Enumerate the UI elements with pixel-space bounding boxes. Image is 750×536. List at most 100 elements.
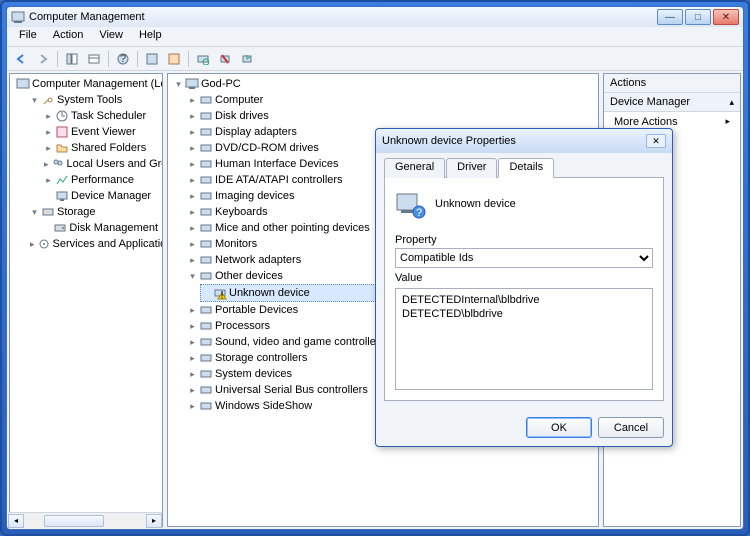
svg-text:?: ? [416,207,422,219]
expand-icon[interactable]: ▸ [30,240,35,249]
maximize-button[interactable]: □ [685,9,711,25]
device-category-icon [199,383,213,397]
expand-icon[interactable]: ▸ [44,144,53,153]
expand-icon[interactable]: ▸ [188,338,197,347]
value-item[interactable]: DETECTEDInternal\blbdrive [400,293,648,307]
expand-icon[interactable]: ▸ [188,306,197,315]
expand-icon[interactable]: ▸ [44,112,53,121]
uninstall-button[interactable] [215,49,235,69]
tab-general[interactable]: General [384,158,445,178]
performance[interactable]: Performance [71,172,134,188]
expand-icon[interactable]: ▸ [188,144,197,153]
properties-dialog[interactable]: Unknown device Properties ✕ General Driv… [375,128,673,447]
collapse-section-icon[interactable]: ▴ [729,97,734,108]
task-scheduler[interactable]: Task Scheduler [71,108,146,124]
collapse-icon[interactable]: ▾ [174,80,183,89]
menu-help[interactable]: Help [131,27,170,46]
disk-management[interactable]: Disk Management [69,220,158,236]
device-tree-item[interactable]: ▸Disk drives [186,108,596,124]
ok-button[interactable]: OK [526,417,592,438]
cancel-button[interactable]: Cancel [598,417,664,438]
scroll-right-button[interactable]: ▸ [146,514,162,528]
expand-icon[interactable]: ▸ [44,176,53,185]
dialog-close-button[interactable]: ✕ [646,134,666,148]
update-driver-button[interactable] [237,49,257,69]
forward-button[interactable] [33,49,53,69]
device-tree-label: DVD/CD-ROM drives [215,140,319,156]
menu-view[interactable]: View [91,27,131,46]
scan-hardware-button[interactable] [193,49,213,69]
expand-icon[interactable]: ▸ [188,112,197,121]
device-tree-label: Processors [215,318,270,334]
expand-icon[interactable]: ▸ [188,354,197,363]
folder-icon [55,141,69,155]
shared-folders[interactable]: Shared Folders [71,140,146,156]
menu-action[interactable]: Action [45,27,92,46]
console-tree[interactable]: Computer Management (Local ▾System Tools… [10,74,162,254]
device-tree-label: Windows SideShow [215,398,312,414]
more-actions-label: More Actions [614,116,678,128]
device-category-icon [199,157,213,171]
local-users[interactable]: Local Users and Groups [67,156,163,172]
expand-icon[interactable]: ▸ [188,176,197,185]
device-manager[interactable]: Device Manager [71,188,151,204]
menubar: File Action View Help [7,27,743,47]
back-button[interactable] [11,49,31,69]
tab-driver[interactable]: Driver [446,158,497,178]
expand-icon[interactable]: ▸ [188,192,197,201]
expand-icon[interactable]: ▾ [188,272,197,281]
device-tree-label: Network adapters [215,252,301,268]
tab-details[interactable]: Details [498,158,554,178]
properties-button[interactable] [84,49,104,69]
device-category-icon [199,319,213,333]
expand-icon[interactable]: ▸ [188,208,197,217]
collapse-icon[interactable]: ▾ [30,208,39,217]
services-apps[interactable]: Services and Applications [53,236,163,252]
close-button[interactable]: ✕ [713,9,739,25]
expand-icon[interactable]: ▸ [188,256,197,265]
actions-section[interactable]: Device Manager ▴ [604,93,740,112]
scroll-thumb[interactable] [44,515,104,527]
device-category-icon [199,335,213,349]
device-category-icon [199,351,213,365]
device-root: God-PC [201,76,241,92]
help-button[interactable]: ? [113,49,133,69]
dialog-buttons: OK Cancel [376,409,672,446]
expand-icon[interactable]: ▸ [188,240,197,249]
dialog-body: General Driver Details ? Unknown device … [376,153,672,409]
expand-icon[interactable]: ▸ [188,370,197,379]
menu-file[interactable]: File [11,27,45,46]
expand-icon[interactable]: ▸ [188,386,197,395]
svg-text:?: ? [120,53,126,65]
expand-icon[interactable]: ▸ [188,160,197,169]
value-item[interactable]: DETECTED\blbdrive [400,307,648,321]
titlebar[interactable]: Computer Management — □ ✕ [7,7,743,27]
toolbar-icon-1[interactable] [142,49,162,69]
device-tree-label: Sound, video and game controllers [215,334,385,350]
left-pane-scrollbar[interactable]: ◂ ▸ [9,512,162,527]
minimize-button[interactable]: — [657,9,683,25]
expand-icon[interactable]: ▸ [188,96,197,105]
expand-icon[interactable]: ▸ [188,402,197,411]
device-tree-item[interactable]: ▸Computer [186,92,596,108]
dialog-titlebar[interactable]: Unknown device Properties ✕ [376,129,672,153]
property-select[interactable]: Compatible Ids [395,248,653,268]
device-tree-label: System devices [215,366,292,382]
expand-icon[interactable]: ▸ [44,128,53,137]
storage: Storage [57,204,96,220]
device-tree-label: Universal Serial Bus controllers [215,382,368,398]
expand-icon[interactable]: ▸ [188,128,197,137]
device-category-icon [199,141,213,155]
expand-icon[interactable]: ▸ [44,160,49,169]
toolbar-icon-2[interactable] [164,49,184,69]
value-listbox[interactable]: DETECTEDInternal\blbdrive DETECTED\blbdr… [395,288,653,390]
event-viewer[interactable]: Event Viewer [71,124,136,140]
value-label: Value [395,272,653,284]
actions-header: Actions [604,74,740,93]
expand-icon[interactable]: ▸ [188,322,197,331]
scroll-left-button[interactable]: ◂ [9,514,24,528]
users-icon [51,157,65,171]
collapse-icon[interactable]: ▾ [30,96,39,105]
show-hide-tree-button[interactable] [62,49,82,69]
expand-icon[interactable]: ▸ [188,224,197,233]
